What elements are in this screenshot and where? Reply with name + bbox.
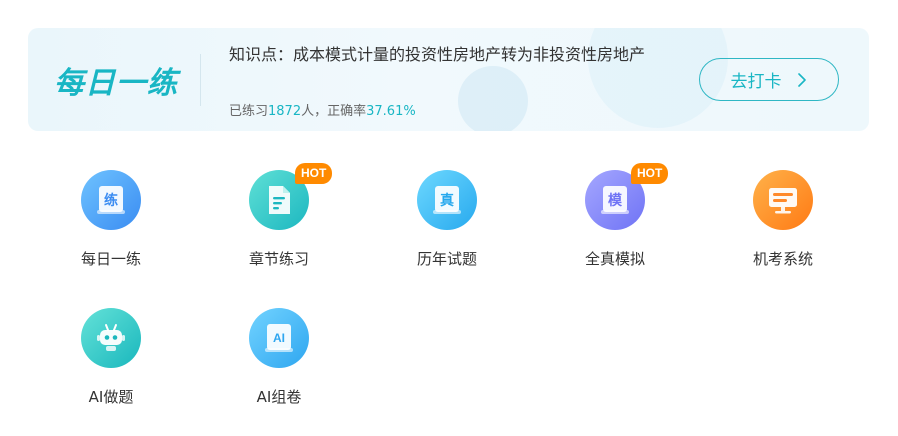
stats-count: 1872 bbox=[268, 104, 302, 119]
stats-mid: 人，正确率 bbox=[301, 104, 367, 119]
menu-item-label: 全真模拟 bbox=[584, 250, 645, 268]
practice-stats: 已练习1872人，正确率37.61% bbox=[229, 100, 416, 119]
checkin-label: 去打卡 bbox=[730, 72, 782, 92]
banner-title: 每日一练 bbox=[54, 66, 178, 101]
hot-badge: HOT bbox=[631, 163, 669, 184]
svg-text:真: 真 bbox=[440, 192, 454, 209]
svg-text:模: 模 bbox=[608, 192, 623, 209]
menu-item-label: AI做题 bbox=[88, 388, 134, 406]
menu-item-label: 章节练习 bbox=[248, 250, 309, 268]
menu-item-ai-practice[interactable]: AI做题 bbox=[46, 308, 176, 418]
svg-text:AI: AI bbox=[273, 331, 285, 345]
svg-text:练: 练 bbox=[104, 192, 118, 209]
computer-monitor-icon bbox=[753, 170, 813, 230]
stats-prefix: 已练习 bbox=[229, 104, 269, 119]
stats-rate: 37.61% bbox=[366, 104, 416, 119]
menu-item-label: 历年试题 bbox=[416, 250, 477, 268]
hot-badge: HOT bbox=[295, 163, 333, 184]
ai-book-icon: AI bbox=[249, 308, 309, 368]
checkin-button[interactable]: 去打卡 bbox=[699, 58, 839, 101]
practice-book-icon: 练 bbox=[81, 170, 141, 230]
menu-item-mock-exam[interactable]: 模 HOT 全真模拟 bbox=[550, 163, 680, 280]
menu-item-chapter-practice[interactable]: HOT 章节练习 bbox=[214, 163, 344, 280]
knowledge-point-text: 知识点：成本模式计量的投资性房地产转为非投资性房地产 bbox=[229, 45, 646, 64]
menu-item-past-exams[interactable]: 真 历年试题 bbox=[382, 170, 512, 280]
menu-item-daily-practice[interactable]: 练 每日一练 bbox=[46, 170, 176, 280]
menu-item-computer-exam[interactable]: 机考系统 bbox=[718, 170, 848, 280]
menu-item-label: AI组卷 bbox=[256, 388, 302, 406]
past-exam-book-icon: 真 bbox=[417, 170, 477, 230]
menu-item-label: 机考系统 bbox=[752, 250, 813, 268]
menu-item-label: 每日一练 bbox=[80, 250, 141, 268]
robot-icon bbox=[81, 308, 141, 368]
banner-decoration bbox=[458, 66, 528, 131]
banner-divider bbox=[200, 54, 201, 106]
daily-practice-banner: 每日一练 知识点：成本模式计量的投资性房地产转为非投资性房地产 已练习1872人… bbox=[28, 28, 869, 131]
chevron-right-icon bbox=[797, 72, 806, 87]
menu-item-ai-paper[interactable]: AI AI组卷 bbox=[214, 308, 344, 418]
